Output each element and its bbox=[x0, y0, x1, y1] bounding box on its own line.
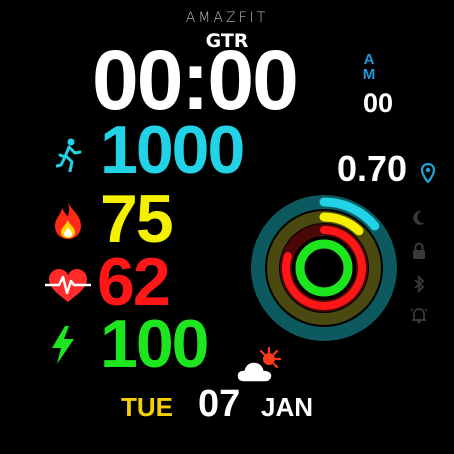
distance-value: 0.70 bbox=[337, 148, 408, 189]
brand-label: AMAZFIT bbox=[185, 10, 269, 26]
flame-icon bbox=[52, 200, 84, 240]
lock-icon bbox=[409, 241, 429, 261]
seconds: 00 bbox=[363, 88, 394, 118]
time-display: 00:00 bbox=[92, 38, 299, 122]
location-pin-icon bbox=[421, 163, 435, 183]
month: JAN bbox=[261, 392, 314, 422]
ampm-a: A bbox=[363, 51, 375, 68]
ampm-m: M bbox=[362, 66, 376, 83]
heart-pulse-icon bbox=[45, 268, 91, 304]
calories-value: 75 bbox=[100, 181, 174, 257]
ampm-indicator: A M bbox=[361, 52, 377, 82]
alarm-icon bbox=[409, 305, 429, 325]
lightning-icon bbox=[50, 326, 76, 364]
partly-cloudy-icon bbox=[236, 346, 284, 386]
weekday: TUE bbox=[121, 392, 173, 422]
steps-value: 1000 bbox=[100, 112, 245, 188]
center-ring bbox=[295, 239, 353, 297]
walking-person-icon bbox=[56, 138, 82, 172]
bluetooth-icon bbox=[409, 274, 429, 294]
battery-value: 100 bbox=[100, 306, 209, 382]
moon-icon bbox=[409, 208, 429, 228]
day-of-month: 07 bbox=[198, 383, 241, 425]
activity-rings bbox=[249, 193, 399, 347]
